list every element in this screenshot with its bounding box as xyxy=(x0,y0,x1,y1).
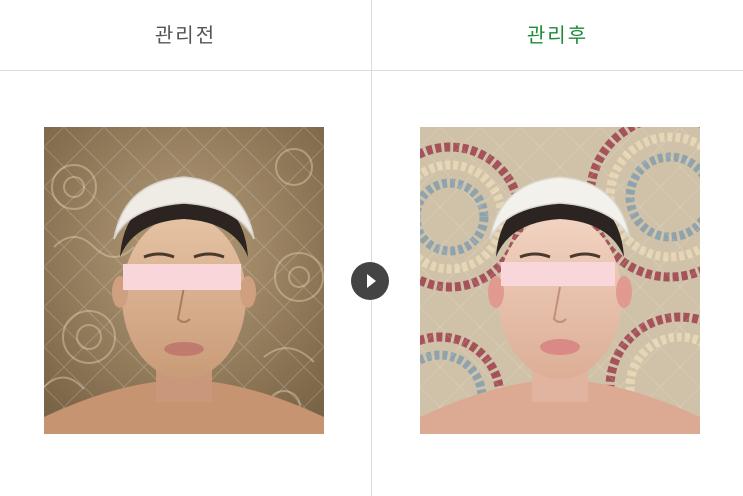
next-button[interactable] xyxy=(351,262,389,300)
before-after-comparison: 관리전 관리후 xyxy=(0,0,743,496)
after-column: 관리후 xyxy=(372,0,743,496)
before-eye-censor-bar xyxy=(123,264,241,290)
after-label: 관리후 xyxy=(526,23,589,47)
before-column: 관리전 xyxy=(0,0,371,496)
after-eye-censor-bar xyxy=(501,262,615,286)
before-label: 관리전 xyxy=(154,23,217,47)
play-arrow-icon xyxy=(367,274,376,288)
before-photo xyxy=(44,127,324,434)
after-photo xyxy=(420,127,700,434)
